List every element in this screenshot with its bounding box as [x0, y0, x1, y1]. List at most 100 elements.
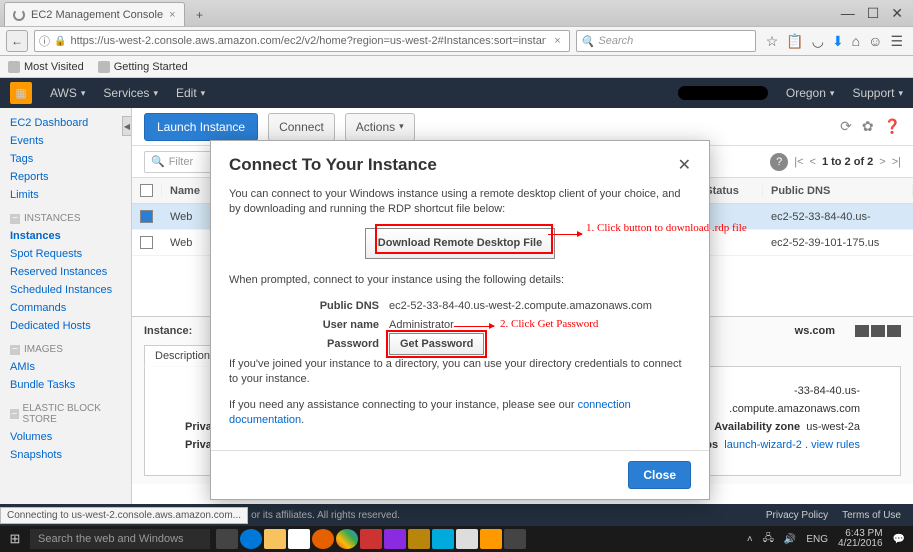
address-bar: ← ⓘ 🔒 https://us-west-2.console.aws.amaz… — [0, 26, 913, 56]
sidebar-amis[interactable]: AMIs — [0, 358, 131, 376]
public-dns-value: ec2-52-33-84-40.us-west-2.compute.amazon… — [389, 299, 652, 314]
edge-icon[interactable] — [240, 529, 262, 549]
launch-instance-button[interactable]: Launch Instance — [144, 113, 258, 141]
notifications-icon[interactable]: 💬 — [893, 534, 905, 545]
view-icon[interactable] — [871, 325, 885, 337]
app-icon[interactable] — [432, 529, 454, 549]
new-tab-button[interactable]: + — [189, 4, 211, 26]
region-menu[interactable]: Oregon▾ — [786, 86, 835, 100]
help-icon[interactable]: ❓ — [884, 118, 901, 135]
search-icon: 🔍 — [151, 155, 165, 168]
url-input[interactable]: ⓘ 🔒 https://us-west-2.console.aws.amazon… — [34, 30, 570, 52]
menu-icon[interactable]: ☰ — [890, 33, 903, 50]
browser-tab-strip: EC2 Management Console × + — ☐ ✕ — [0, 0, 913, 26]
app-icon[interactable] — [504, 529, 526, 549]
close-window-icon[interactable]: ✕ — [891, 5, 903, 22]
row-checkbox[interactable] — [140, 236, 153, 249]
actions-button[interactable]: Actions▾ — [345, 113, 415, 141]
download-icon[interactable]: ⬇ — [832, 33, 844, 50]
app-icon[interactable] — [480, 529, 502, 549]
sidebar-reserved-instances[interactable]: Reserved Instances — [0, 263, 131, 281]
sidebar-group-images[interactable]: IMAGES — [0, 341, 131, 358]
sidebar-spot-requests[interactable]: Spot Requests — [0, 245, 131, 263]
explorer-icon[interactable] — [264, 529, 286, 549]
sidebar-scheduled-instances[interactable]: Scheduled Instances — [0, 281, 131, 299]
sidebar-instances[interactable]: Instances — [0, 227, 131, 245]
browser-search-input[interactable]: 🔍 Search — [576, 30, 756, 52]
collapse-sidebar-icon[interactable]: ◀ — [122, 116, 132, 136]
tab-title: EC2 Management Console — [31, 9, 163, 21]
sidebar-dedicated-hosts[interactable]: Dedicated Hosts — [0, 317, 131, 335]
next-page-icon[interactable]: > — [879, 156, 885, 168]
language-indicator[interactable]: ENG — [806, 534, 828, 545]
sidebar-events[interactable]: Events — [0, 132, 131, 150]
firefox-icon[interactable] — [312, 529, 334, 549]
sidebar-ec2-dashboard[interactable]: EC2 Dashboard — [0, 114, 131, 132]
sidebar-snapshots[interactable]: Snapshots — [0, 446, 131, 464]
edit-menu[interactable]: Edit▾ — [176, 86, 205, 100]
start-button[interactable]: ⊞ — [0, 531, 30, 547]
app-icon[interactable] — [384, 529, 406, 549]
home-icon[interactable]: ⌂ — [852, 33, 860, 50]
sidebar-group-instances[interactable]: INSTANCES — [0, 210, 131, 227]
view-icon[interactable] — [855, 325, 869, 337]
app-icon[interactable] — [456, 529, 478, 549]
app-icon[interactable] — [360, 529, 382, 549]
prev-page-icon[interactable]: < — [810, 156, 816, 168]
terms-link[interactable]: Terms of Use — [842, 510, 901, 521]
pagination-text: 1 to 2 of 2 — [822, 156, 873, 168]
modal-close-button[interactable]: Close — [628, 461, 691, 489]
connect-button[interactable]: Connect — [268, 113, 335, 141]
store-icon[interactable] — [288, 529, 310, 549]
sidebar-bundle-tasks[interactable]: Bundle Tasks — [0, 376, 131, 394]
first-page-icon[interactable]: |< — [794, 156, 803, 168]
volume-icon[interactable]: 🔊 — [784, 534, 796, 545]
clear-url-icon[interactable]: × — [550, 35, 564, 47]
sidebar-volumes[interactable]: Volumes — [0, 428, 131, 446]
network-icon[interactable]: 🖧 — [763, 531, 774, 548]
get-password-button[interactable]: Get Password — [389, 333, 484, 355]
lock-icon: 🔒 — [54, 36, 66, 47]
windows-taskbar: ⊞ Search the web and Windows ˄ 🖧 🔊 ENG 6… — [0, 526, 913, 552]
taskbar-clock[interactable]: 6:43 PM 4/21/2016 — [838, 529, 883, 549]
sync-icon[interactable]: ☺ — [868, 33, 882, 50]
clipboard-icon[interactable]: 📋 — [786, 33, 803, 50]
star-icon[interactable]: ☆ — [766, 33, 779, 50]
task-view-icon[interactable] — [216, 529, 238, 549]
col-dns[interactable]: Public DNS — [763, 185, 913, 197]
privacy-link[interactable]: Privacy Policy — [766, 510, 828, 521]
app-icon[interactable] — [408, 529, 430, 549]
minimize-icon[interactable]: — — [841, 5, 855, 22]
services-menu[interactable]: Services▾ — [103, 86, 158, 100]
bookmark-getting-started[interactable]: Getting Started — [98, 61, 188, 73]
sidebar-tags[interactable]: Tags — [0, 150, 131, 168]
sidebar-limits[interactable]: Limits — [0, 186, 131, 204]
bookmark-most-visited[interactable]: Most Visited — [8, 61, 84, 73]
info-icon: ⓘ — [39, 33, 50, 49]
view-icon[interactable] — [887, 325, 901, 337]
pocket-icon[interactable]: ◡ — [812, 33, 824, 50]
cortana-search-input[interactable]: Search the web and Windows — [30, 529, 210, 549]
aws-logo-icon[interactable]: ▦ — [10, 82, 32, 104]
last-page-icon[interactable]: >| — [892, 156, 901, 168]
browser-tab[interactable]: EC2 Management Console × — [4, 2, 185, 26]
annotation-arrow — [548, 234, 582, 235]
sidebar-reports[interactable]: Reports — [0, 168, 131, 186]
maximize-icon[interactable]: ☐ — [867, 5, 880, 22]
settings-icon[interactable]: ✿ — [862, 118, 874, 135]
close-tab-icon[interactable]: × — [169, 9, 175, 21]
sidebar-group-ebs[interactable]: ELASTIC BLOCK STORE — [0, 400, 131, 428]
row-checkbox[interactable] — [140, 210, 153, 223]
refresh-icon[interactable]: ⟳ — [840, 118, 852, 135]
help-badge-icon[interactable]: ? — [770, 153, 788, 171]
chrome-icon[interactable] — [336, 529, 358, 549]
loading-spinner-icon — [13, 9, 25, 21]
tray-expand-icon[interactable]: ˄ — [747, 534, 753, 545]
back-button[interactable]: ← — [6, 30, 28, 52]
sidebar-commands[interactable]: Commands — [0, 299, 131, 317]
modal-close-icon[interactable]: ✕ — [678, 155, 691, 175]
support-menu[interactable]: Support▾ — [852, 86, 903, 100]
aws-menu[interactable]: AWS▾ — [50, 86, 85, 100]
select-all-checkbox[interactable] — [140, 184, 153, 197]
annotation-text-1: 1. Click button to download .rdp file — [586, 222, 747, 234]
